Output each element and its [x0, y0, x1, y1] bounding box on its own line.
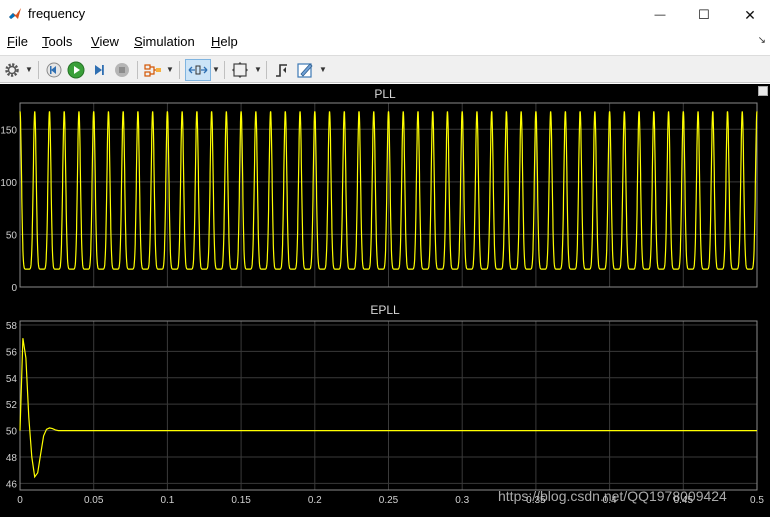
- fit-to-view-icon: [232, 62, 248, 78]
- chevron-icon[interactable]: ↘: [758, 35, 766, 46]
- pll-plot[interactable]: 0 50 100 150 46 48 50 52 54 56 58 0 0.05 0.1 0.15 0.2 0.…: [0, 84, 770, 517]
- y-tick-label: 56: [6, 347, 18, 358]
- y-tick-label: 50: [6, 427, 18, 438]
- step-back-icon: [46, 62, 62, 78]
- menu-bar: File Tools View Simulation Help ↘: [0, 31, 770, 53]
- y-tick-label: 48: [6, 453, 18, 464]
- gear-icon: [5, 63, 19, 77]
- matlab-icon: [8, 7, 22, 21]
- y-tick-label: 54: [6, 374, 18, 385]
- undock-icon[interactable]: [758, 86, 768, 96]
- chevron-down-icon[interactable]: ▼: [212, 65, 220, 74]
- toolbar-divider: [224, 61, 225, 79]
- y-tick-label: 100: [0, 178, 17, 189]
- run-icon: [67, 61, 85, 79]
- y-tick-label: 0: [11, 283, 17, 294]
- menu-help-label: elp: [220, 34, 238, 49]
- x-tick-label: 0.25: [379, 495, 399, 506]
- close-button[interactable]: ✕: [727, 0, 770, 30]
- chevron-down-icon[interactable]: ▼: [254, 65, 262, 74]
- menu-file[interactable]: File: [7, 34, 28, 49]
- settings-button[interactable]: [1, 59, 23, 81]
- minimize-button[interactable]: —: [637, 0, 683, 30]
- step-forward-icon: [95, 65, 104, 75]
- toolbar-divider: [266, 61, 267, 79]
- toolbar-divider: [137, 61, 138, 79]
- x-tick-label: 0: [17, 495, 23, 506]
- y-tick-label: 52: [6, 400, 18, 411]
- minimize-icon: —: [654, 9, 666, 21]
- menu-file-label: ile: [14, 34, 28, 49]
- watermark: https://blog.csdn.net/QQ1978009424: [498, 488, 727, 504]
- y-tick-label: 46: [6, 479, 18, 490]
- x-tick-label: 0.2: [308, 495, 322, 506]
- menu-tools-label: ools: [48, 34, 73, 49]
- toolbar-divider: [179, 61, 180, 79]
- maximize-button[interactable]: ☐: [681, 0, 727, 30]
- step-back-button[interactable]: [43, 59, 65, 81]
- trigger-button[interactable]: [271, 59, 293, 81]
- style-icon: [297, 63, 313, 78]
- scope-plot-area: PLL EPLL 0 50 100 150 46 48 50 52 54 56 58 0 0.05 0.1…: [0, 84, 770, 517]
- x-tick-label: 0.3: [455, 495, 469, 506]
- menu-simulation[interactable]: Simulation: [134, 34, 195, 49]
- menu-help[interactable]: Help: [211, 34, 238, 49]
- step-forward-button[interactable]: [88, 59, 110, 81]
- menu-simulation-accel: S: [134, 34, 143, 49]
- menu-view-label: iew: [99, 34, 119, 49]
- highlight-button[interactable]: [142, 59, 164, 81]
- menu-tools[interactable]: Tools: [42, 34, 72, 49]
- y-tick-label: 50: [6, 230, 18, 241]
- chevron-down-icon[interactable]: ▼: [319, 65, 327, 74]
- window-title: frequency: [28, 6, 86, 21]
- title-bar: frequency — ☐ ✕: [0, 0, 770, 30]
- menu-help-accel: H: [211, 34, 221, 49]
- y-tick-label: 150: [0, 125, 17, 136]
- trigger-icon: [276, 64, 287, 77]
- close-icon: ✕: [744, 6, 756, 23]
- stop-button[interactable]: [111, 59, 133, 81]
- menu-view[interactable]: View: [91, 34, 119, 49]
- run-button[interactable]: [65, 59, 87, 81]
- maximize-icon: ☐: [698, 7, 710, 22]
- x-tick-label: 0.1: [160, 495, 174, 506]
- menu-file-accel: F: [7, 34, 15, 49]
- x-tick-label: 0.5: [750, 495, 764, 506]
- chevron-down-icon[interactable]: ▼: [25, 65, 33, 74]
- scope-window: frequency — ☐ ✕ File Tools View Simulati…: [0, 0, 770, 517]
- zoom-button[interactable]: [185, 59, 211, 81]
- chevron-down-icon[interactable]: ▼: [166, 65, 174, 74]
- stop-icon: [115, 63, 129, 77]
- menu-simulation-label: imulation: [142, 34, 195, 49]
- x-tick-label: 0.05: [84, 495, 104, 506]
- highlight-icon: [144, 64, 161, 77]
- fit-to-view-button[interactable]: [229, 59, 251, 81]
- x-tick-label: 0.15: [231, 495, 251, 506]
- style-button[interactable]: [294, 59, 316, 81]
- zoom-icon: [188, 65, 208, 75]
- y-tick-label: 58: [6, 321, 18, 332]
- toolbar-divider: [38, 61, 39, 79]
- toolbar: ▼ ▼ ▼ ▼ ▼: [0, 55, 770, 83]
